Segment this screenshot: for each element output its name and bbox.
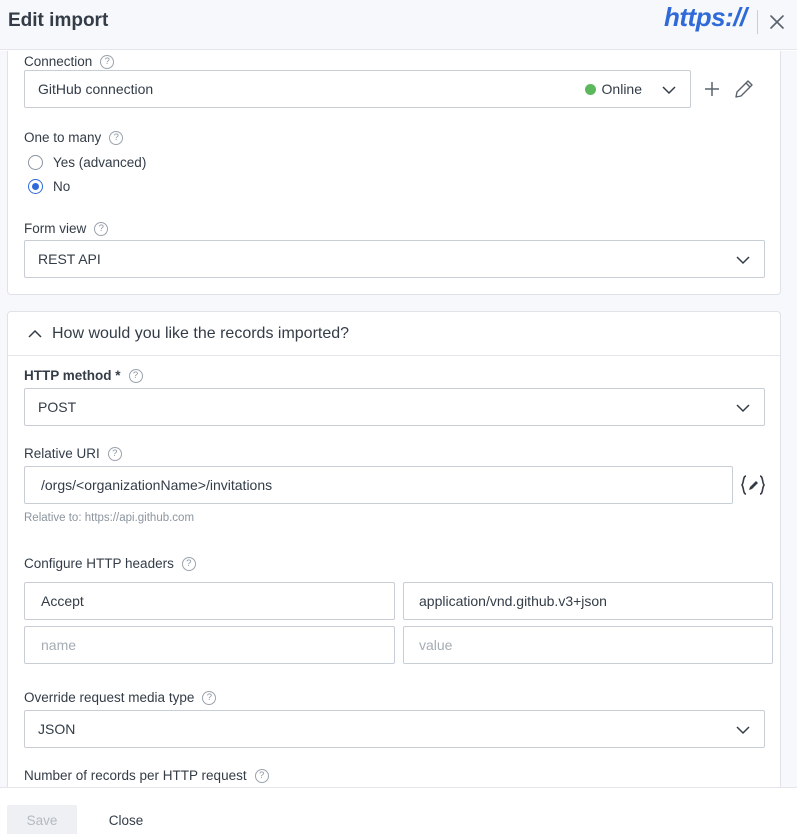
handlebars-editor-button[interactable] (740, 474, 766, 496)
relative-uri-label-text: Relative URI (24, 446, 100, 461)
records-per-request-label-text: Number of records per HTTP request (24, 768, 247, 783)
records-per-request-label: Number of records per HTTP request ? (24, 768, 269, 783)
radio-button[interactable] (28, 155, 43, 170)
close-icon[interactable] (767, 12, 787, 32)
https-logo: https:// (664, 2, 747, 32)
header-name-value: Accept (41, 593, 84, 609)
form-view-value: REST API (38, 251, 101, 267)
code-braces-icon (741, 475, 765, 495)
help-icon[interactable]: ? (181, 556, 196, 571)
header-value-input[interactable]: application/vnd.github.v3+json (403, 582, 773, 620)
pencil-icon (735, 80, 753, 98)
online-status-dot (584, 83, 596, 95)
header-name-placeholder: name (41, 637, 77, 653)
radio-yes-advanced[interactable]: Yes (advanced) (28, 155, 146, 170)
http-method-select[interactable]: POST (24, 388, 765, 426)
relative-uri-input[interactable]: /orgs/<organizationName>/invitations (24, 466, 733, 504)
save-button[interactable]: Save (7, 805, 77, 834)
help-icon[interactable]: ? (107, 446, 122, 461)
help-icon[interactable]: ? (128, 368, 143, 383)
help-icon[interactable]: ? (109, 130, 124, 145)
plus-icon (705, 82, 719, 96)
header-value-placeholder: value (419, 637, 453, 653)
connection-status-text: Online (601, 81, 642, 97)
radio-label: Yes (advanced) (53, 155, 147, 170)
help-icon[interactable]: ? (254, 768, 269, 783)
radio-button[interactable] (28, 179, 43, 194)
drawer-header: Edit import https:// (0, 0, 797, 50)
form-view-label-text: Form view (24, 221, 87, 236)
radio-no[interactable]: No (28, 179, 70, 194)
connection-value: GitHub connection (38, 81, 154, 97)
page-title: Edit import (8, 10, 109, 31)
chevron-down-icon (736, 404, 750, 413)
relative-uri-label: Relative URI ? (24, 446, 122, 461)
add-connection-button[interactable] (702, 79, 722, 99)
help-icon[interactable]: ? (100, 54, 115, 69)
relative-uri-value: /orgs/<organizationName>/invitations (41, 477, 273, 493)
chevron-down-icon (736, 726, 750, 735)
chevron-up-icon (28, 329, 42, 338)
form-view-label: Form view ? (24, 221, 109, 236)
connection-label: Connection ? (24, 54, 115, 69)
one-to-many-label: One to many ? (24, 130, 124, 145)
connection-status: Online (584, 71, 642, 107)
media-type-value: JSON (38, 721, 76, 737)
form-view-select[interactable]: REST API (24, 240, 765, 278)
connection-label-text: Connection (24, 54, 93, 69)
section-header-records[interactable]: How would you like the records imported? (8, 312, 780, 356)
header-value-input[interactable]: value (403, 626, 773, 664)
radio-label: No (53, 179, 71, 194)
media-type-label: Override request media type ? (24, 690, 217, 705)
connection-select[interactable]: GitHub connection Online (24, 70, 691, 108)
help-icon[interactable]: ? (94, 221, 109, 236)
section-title: How would you like the records imported? (52, 324, 350, 342)
close-button[interactable]: Close (100, 805, 152, 834)
http-method-label-text: HTTP method * (24, 368, 121, 383)
general-card: Connection ? GitHub connection Online On… (7, 51, 781, 295)
media-type-select[interactable]: JSON (24, 710, 765, 748)
records-section-card: How would you like the records imported?… (7, 311, 781, 787)
relative-uri-hint: Relative to: https://api.github.com (24, 512, 195, 524)
help-icon[interactable]: ? (202, 690, 217, 705)
header-name-input[interactable]: Accept (24, 582, 395, 620)
edit-connection-button[interactable] (732, 77, 756, 101)
form-content[interactable]: Connection ? GitHub connection Online On… (0, 51, 797, 787)
one-to-many-label-text: One to many (24, 130, 102, 145)
media-type-label-text: Override request media type (24, 690, 195, 705)
header-value-value: application/vnd.github.v3+json (419, 593, 607, 609)
chevron-down-icon (662, 86, 676, 95)
http-method-value: POST (38, 399, 77, 415)
chevron-down-icon (736, 256, 750, 265)
header-name-input[interactable]: name (24, 626, 395, 664)
http-headers-label-text: Configure HTTP headers (24, 556, 174, 571)
header-divider (757, 10, 758, 34)
drawer-footer: Save Close (0, 787, 797, 834)
http-method-label: HTTP method * ? (24, 368, 143, 383)
http-headers-label: Configure HTTP headers ? (24, 556, 196, 571)
